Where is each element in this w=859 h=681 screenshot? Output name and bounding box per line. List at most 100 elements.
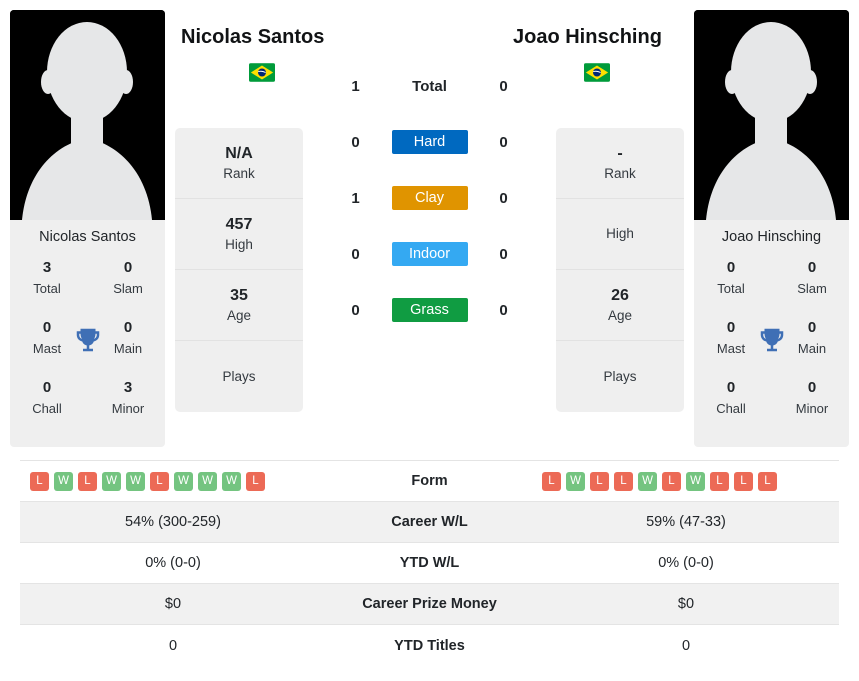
h2h-grass-right-value: 0	[499, 301, 508, 319]
left-titles-row-1: 3 Total 0 Slam	[10, 257, 165, 317]
h2h-grass-left-value: 0	[351, 301, 360, 319]
form-badge-w[interactable]: W	[198, 471, 217, 491]
left-player-titles-grid: 3 Total 0 Slam 0 Mast 0 Main 0 Chall 3 M…	[10, 255, 165, 447]
form-badge-w[interactable]: W	[54, 471, 73, 491]
right-player-name[interactable]: Joao Hinsching	[513, 26, 662, 49]
left-masters-titles: 0 Mast	[32, 319, 62, 356]
right-form-cell: LWLLWLWLLL	[533, 471, 839, 491]
h2h-indoor-right-value: 0	[499, 245, 508, 263]
right-ytd-titles: 0	[681, 637, 691, 654]
right-masters-titles: 0 Mast	[716, 319, 746, 356]
right-high-rank-cell: High	[556, 199, 684, 270]
form-badge-l[interactable]: L	[734, 471, 753, 491]
left-ytd-titles: 0	[168, 637, 178, 654]
right-form-badges: LWLLWLWLLL	[533, 471, 839, 491]
left-career-prize-money: $0	[164, 596, 182, 612]
surface-badge-hard: Hard	[391, 130, 468, 154]
right-player-info-card: - Rank High 26 Age Plays	[556, 128, 684, 412]
table-row-ytd-titles: 0 YTD Titles 0	[20, 625, 839, 666]
form-badge-l[interactable]: L	[30, 471, 49, 491]
row-label-career-wl: Career W/L	[391, 514, 468, 530]
trophy-icon	[757, 325, 787, 355]
left-rank-cell: N/A Rank	[175, 128, 303, 199]
left-titles-row-2: 0 Mast 0 Main	[10, 317, 165, 377]
left-player-panel[interactable]: Nicolas Santos 3 Total 0 Slam 0 Mast 0 M…	[10, 10, 165, 447]
left-minor-titles: 3 Minor	[111, 379, 145, 416]
left-high-rank-cell: 457 High	[175, 199, 303, 270]
h2h-row-indoor: 0 Indoor 0	[303, 226, 556, 282]
surface-badge-grass: Grass	[391, 298, 468, 322]
left-ytd-wl: 0% (0-0)	[145, 555, 201, 571]
left-age-cell: 35 Age	[175, 270, 303, 341]
left-player-info-card: N/A Rank 457 High 35 Age Plays	[175, 128, 303, 412]
row-label-ytd-titles: YTD Titles	[394, 637, 465, 654]
right-career-prize-money: $0	[677, 596, 695, 612]
h2h-total-left-value: 1	[351, 77, 360, 95]
right-rank-cell: - Rank	[556, 128, 684, 199]
form-badge-l[interactable]: L	[542, 471, 561, 491]
right-career-wl: 59% (47-33)	[646, 514, 726, 530]
left-form-cell: LWLWWLWWWL	[20, 471, 326, 491]
table-row-form: LWLWWLWWWL Form LWLLWLWLLL	[20, 461, 839, 502]
h2h-clay-left-value: 1	[351, 189, 360, 207]
form-badge-w[interactable]: W	[126, 471, 145, 491]
form-badge-l[interactable]: L	[590, 471, 609, 491]
brazil-flag-icon	[584, 63, 610, 82]
h2h-row-clay: 1 Clay 0	[303, 170, 556, 226]
player-comparison-header: Nicolas Santos 3 Total 0 Slam 0 Mast 0 M…	[0, 0, 859, 460]
right-total-titles: 0 Total	[717, 259, 745, 296]
right-ytd-wl: 0% (0-0)	[658, 555, 714, 571]
left-player-name[interactable]: Nicolas Santos	[181, 26, 324, 49]
form-badge-l[interactable]: L	[662, 471, 681, 491]
right-minor-titles: 0 Minor	[795, 379, 829, 416]
form-badge-l[interactable]: L	[614, 471, 633, 491]
form-badge-l[interactable]: L	[710, 471, 729, 491]
head-to-head-column: 1 Total 0 0 Hard 0 1 Clay 0 0 Indoor 0 0…	[303, 0, 556, 338]
table-row-career-wl: 54% (300-259) Career W/L 59% (47-33)	[20, 502, 839, 543]
right-titles-row-2: 0 Mast 0 Main	[694, 317, 849, 377]
surface-badge-clay: Clay	[391, 186, 468, 210]
left-plays-cell: Plays	[222, 368, 256, 384]
left-career-wl: 54% (300-259)	[125, 514, 221, 530]
right-main-titles: 0 Main	[797, 319, 827, 356]
h2h-indoor-left-value: 0	[351, 245, 360, 263]
brazil-flag-icon	[249, 63, 275, 82]
left-main-titles: 0 Main	[113, 319, 143, 356]
h2h-clay-right-value: 0	[499, 189, 508, 207]
form-badge-l[interactable]: L	[150, 471, 169, 491]
right-titles-row-3: 0 Chall 0 Minor	[694, 377, 849, 437]
h2h-hard-right-value: 0	[499, 133, 508, 151]
right-challenger-titles: 0 Chall	[716, 379, 746, 416]
form-badge-w[interactable]: W	[638, 471, 657, 491]
form-badge-w[interactable]: W	[222, 471, 241, 491]
table-row-career-prize-money: $0 Career Prize Money $0	[20, 584, 839, 625]
h2h-total-right-value: 0	[499, 77, 508, 95]
h2h-hard-left-value: 0	[351, 133, 360, 151]
left-player-photo	[10, 10, 165, 220]
row-label-ytd-wl: YTD W/L	[399, 555, 460, 571]
form-badge-w[interactable]: W	[102, 471, 121, 491]
left-form-badges: LWLWWLWWWL	[20, 471, 326, 491]
form-badge-w[interactable]: W	[686, 471, 705, 491]
h2h-row-grass: 0 Grass 0	[303, 282, 556, 338]
row-label-career-prize-money: Career Prize Money	[362, 596, 497, 612]
comparison-table: LWLWWLWWWL Form LWLLWLWLLL 54% (300-259)…	[20, 460, 839, 666]
form-badge-l[interactable]: L	[78, 471, 97, 491]
left-challenger-titles: 0 Chall	[32, 379, 62, 416]
h2h-total-label: Total	[412, 77, 447, 95]
form-badge-l[interactable]: L	[246, 471, 265, 491]
form-badge-w[interactable]: W	[566, 471, 585, 491]
form-badge-w[interactable]: W	[174, 471, 193, 491]
form-badge-l[interactable]: L	[758, 471, 777, 491]
right-player-photo-caption: Joao Hinsching	[694, 220, 849, 255]
right-player-panel[interactable]: Joao Hinsching 0 Total 0 Slam 0 Mast 0 M…	[694, 10, 849, 447]
right-slam-titles: 0 Slam	[797, 259, 827, 296]
right-age-cell: 26 Age	[556, 270, 684, 341]
left-player-photo-caption: Nicolas Santos	[10, 220, 165, 255]
row-label-form: Form	[411, 473, 448, 489]
trophy-icon	[73, 325, 103, 355]
surface-badge-indoor: Indoor	[391, 242, 468, 266]
table-row-ytd-wl: 0% (0-0) YTD W/L 0% (0-0)	[20, 543, 839, 584]
left-slam-titles: 0 Slam	[113, 259, 143, 296]
left-titles-row-3: 0 Chall 3 Minor	[10, 377, 165, 437]
